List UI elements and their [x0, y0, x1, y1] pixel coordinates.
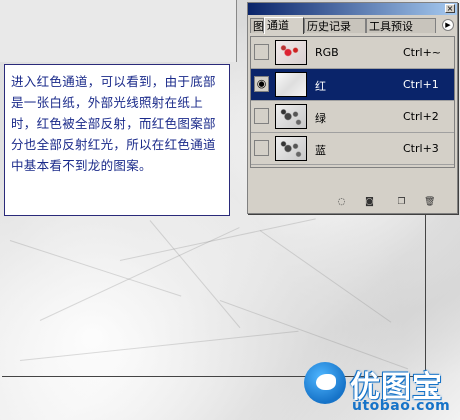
panel-bottom-bar: ◌ ◙ ❐ 🗑 — [250, 197, 455, 211]
channel-shortcut: Ctrl+2 — [403, 110, 439, 123]
tab-channels[interactable]: 通道 — [264, 17, 304, 34]
delete-channel-icon[interactable]: 🗑 — [424, 197, 435, 208]
channel-shortcut: Ctrl+3 — [403, 142, 439, 155]
channel-thumbnail — [275, 104, 307, 129]
channel-name: RGB — [315, 46, 339, 59]
tab-layers[interactable]: 图层 — [250, 18, 264, 33]
new-channel-icon[interactable]: ❐ — [396, 197, 407, 208]
channel-row-blue[interactable]: 蓝 Ctrl+3 — [251, 133, 454, 165]
canvas-border — [425, 208, 426, 376]
paper-crease — [19, 330, 299, 361]
visibility-toggle[interactable] — [254, 44, 269, 60]
load-selection-icon[interactable]: ◌ — [336, 197, 347, 208]
save-selection-icon[interactable]: ◙ — [364, 197, 375, 208]
bird-icon — [316, 374, 336, 390]
tab-history[interactable]: 历史记录 — [304, 18, 366, 33]
watermark-logo — [304, 362, 346, 404]
channel-shortcut: Ctrl+~ — [403, 46, 442, 59]
note-text: 进入红色通道，可以看到，由于底部是一张白纸，外部光线照射在纸上时，红色被全部反射… — [11, 74, 216, 173]
channel-thumbnail — [275, 136, 307, 161]
paper-crease — [9, 240, 182, 297]
channel-name: 红 — [315, 80, 326, 93]
paper-crease — [39, 227, 240, 321]
channel-row-rgb[interactable]: RGB Ctrl+~ — [251, 37, 454, 69]
channel-shortcut: Ctrl+1 — [403, 78, 439, 91]
close-icon[interactable]: × — [445, 4, 455, 13]
panel-menu-arrow-icon[interactable]: ▶ — [442, 19, 454, 31]
paper-crease — [119, 218, 316, 261]
channel-thumbnail — [275, 72, 307, 97]
channels-panel: × 图层 通道 历史记录 工具预设 ▶ RGB Ctrl+~ ◉ 红 Ctrl+… — [247, 2, 458, 214]
explanation-note: 进入红色通道，可以看到，由于底部是一张白纸，外部光线照射在纸上时，红色被全部反射… — [4, 64, 230, 216]
eye-icon[interactable]: ◉ — [254, 76, 269, 92]
watermark-url: utobao.com — [352, 398, 451, 414]
panel-tabs: 图层 通道 历史记录 工具预设 ▶ — [248, 16, 457, 34]
visibility-toggle[interactable] — [254, 108, 269, 124]
channel-list: RGB Ctrl+~ ◉ 红 Ctrl+1 绿 Ctrl+2 蓝 Ctrl+3 — [250, 36, 455, 168]
paper-crease — [219, 300, 409, 370]
paper-crease — [259, 230, 392, 323]
tab-tool-presets[interactable]: 工具预设 — [366, 18, 436, 33]
channel-row-red[interactable]: ◉ 红 Ctrl+1 — [251, 69, 454, 101]
channel-name: 蓝 — [315, 144, 326, 157]
top-strip — [0, 0, 237, 62]
visibility-toggle[interactable] — [254, 140, 269, 156]
channel-row-green[interactable]: 绿 Ctrl+2 — [251, 101, 454, 133]
panel-titlebar[interactable]: × — [248, 3, 457, 15]
channel-thumbnail — [275, 40, 307, 65]
channel-name: 绿 — [315, 112, 326, 125]
